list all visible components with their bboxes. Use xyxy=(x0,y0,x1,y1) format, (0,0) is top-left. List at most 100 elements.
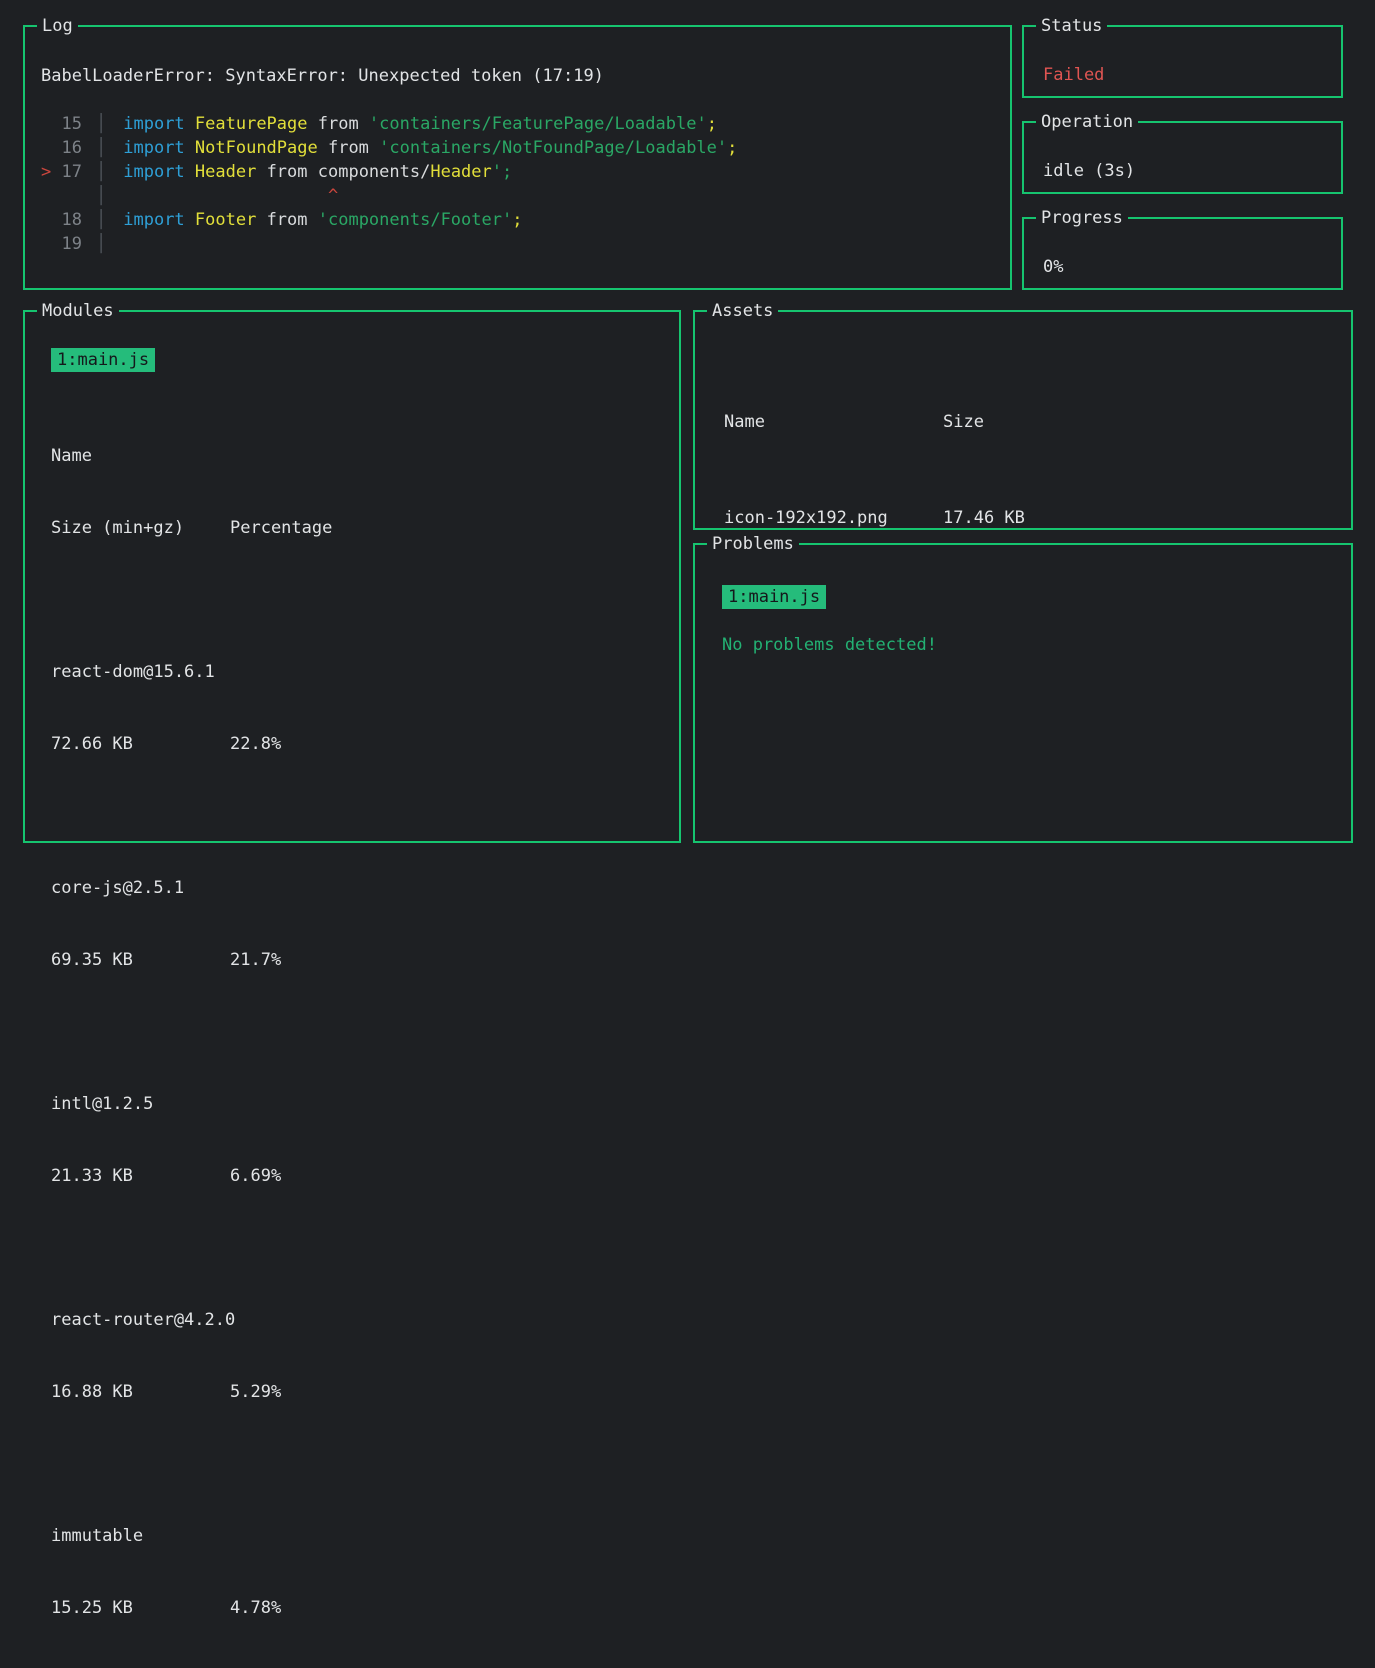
module-name: react-dom@15.6.1 xyxy=(51,660,679,684)
problems-badge: 1:main.js xyxy=(722,585,826,609)
module-size: 21.33 KB xyxy=(51,1164,230,1188)
module-size: 15.25 KB xyxy=(51,1596,230,1620)
line-number xyxy=(61,184,82,208)
token-string: '; xyxy=(492,162,512,182)
error-marker-icon: > xyxy=(41,160,61,184)
module-percentage: 22.8% xyxy=(230,734,281,754)
caret-icon: ^ xyxy=(328,186,338,206)
module-percentage: 5.29% xyxy=(230,1382,281,1402)
modules-header-name: Name xyxy=(51,444,679,468)
modules-header-size: Size (min+gz) xyxy=(51,516,230,540)
module-row: react-router@4.2.0 16.88 KB5.29% xyxy=(51,1260,679,1452)
module-size: 16.88 KB xyxy=(51,1380,230,1404)
token-semicolon: ; xyxy=(512,210,522,230)
error-marker xyxy=(41,184,61,208)
module-size: 72.66 KB xyxy=(51,732,230,756)
log-panel-title: Log xyxy=(37,14,78,38)
token-identifier: NotFoundPage xyxy=(195,138,318,158)
module-row: core-js@2.5.1 69.35 KB21.7% xyxy=(51,828,679,1020)
assets-header-name: Name xyxy=(724,410,943,434)
operation-panel: Operation idle (3s) xyxy=(1022,121,1343,194)
modules-header-percentage: Percentage xyxy=(230,518,332,538)
line-number: 17 xyxy=(61,160,82,184)
token-plain: from xyxy=(308,114,369,134)
caret-padding xyxy=(123,186,328,206)
token-string: 'components/Footer' xyxy=(318,210,512,230)
problems-panel-title: Problems xyxy=(707,532,799,556)
gutter-bar: │ xyxy=(96,232,106,256)
modules-header-size-pct: Size (min+gz)Percentage xyxy=(51,516,679,540)
bottom-row: Modules 1:main.js Name Size (min+gz)Perc… xyxy=(23,310,1353,843)
token-plain: components/ xyxy=(318,162,431,182)
status-panel: Status Failed xyxy=(1022,25,1343,98)
progress-panel: Progress 0% xyxy=(1022,217,1343,290)
code-text: import NotFoundPage from 'containers/Not… xyxy=(123,136,737,160)
module-name: intl@1.2.5 xyxy=(51,1092,679,1116)
log-scroll-area[interactable]: BabelLoaderError: SyntaxError: Unexpecte… xyxy=(25,27,1010,288)
module-percentage: 4.78% xyxy=(230,1598,281,1618)
code-line: 19 │ xyxy=(41,232,994,256)
token-keyword: import xyxy=(123,210,195,230)
line-number: 18 xyxy=(61,208,82,232)
error-marker xyxy=(41,232,61,256)
module-percentage: 21.7% xyxy=(230,950,281,970)
token-string: 'containers/NotFoundPage/Loadable' xyxy=(379,138,727,158)
error-marker xyxy=(41,208,61,232)
asset-row: icon-192x192.png17.46 KB xyxy=(724,506,1351,530)
gutter-bar: │ xyxy=(96,208,106,232)
top-row: Log BabelLoaderError: SyntaxError: Unexp… xyxy=(23,25,1353,290)
code-text: import FeaturePage from 'containers/Feat… xyxy=(123,112,717,136)
code-line: 15 │ import FeaturePage from 'containers… xyxy=(41,112,994,136)
token-identifier: Header xyxy=(430,162,491,182)
asset-name: icon-192x192.png xyxy=(724,506,943,530)
operation-panel-title: Operation xyxy=(1036,110,1138,134)
gutter-bar: │ xyxy=(96,112,106,136)
status-panel-title: Status xyxy=(1036,14,1107,38)
token-plain: from xyxy=(318,138,379,158)
module-name: react-router@4.2.0 xyxy=(51,1308,679,1332)
modules-panel: Modules 1:main.js Name Size (min+gz)Perc… xyxy=(23,310,681,843)
modules-content: 1:main.js Name Size (min+gz)Percentage r… xyxy=(25,312,679,1668)
progress-panel-title: Progress xyxy=(1036,206,1128,230)
modules-panel-title: Modules xyxy=(37,299,119,323)
error-marker xyxy=(41,136,61,160)
token-identifier: Footer xyxy=(195,210,256,230)
code-line: 18 │ import Footer from 'components/Foot… xyxy=(41,208,994,232)
token-keyword: import xyxy=(123,114,195,134)
caret-line: │ ^ xyxy=(41,184,994,208)
code-line-error: > 17 │ import Header from components/Hea… xyxy=(41,160,994,184)
module-row: react-dom@15.6.1 72.66 KB22.8% xyxy=(51,612,679,804)
token-plain: from xyxy=(256,162,317,182)
gutter-bar: │ xyxy=(96,184,106,208)
line-number: 15 xyxy=(61,112,82,136)
code-line: 16 │ import NotFoundPage from 'container… xyxy=(41,136,994,160)
error-message: BabelLoaderError: SyntaxError: Unexpecte… xyxy=(41,64,994,88)
problems-content: 1:main.js No problems detected! xyxy=(695,545,1351,657)
modules-badge: 1:main.js xyxy=(51,348,155,372)
token-identifier: FeaturePage xyxy=(195,114,308,134)
gutter-bar: │ xyxy=(96,136,106,160)
module-row: immutable 15.25 KB4.78% xyxy=(51,1476,679,1668)
gutter-bar: │ xyxy=(96,160,106,184)
log-panel: Log BabelLoaderError: SyntaxError: Unexp… xyxy=(23,25,1012,290)
line-number: 19 xyxy=(61,232,82,256)
module-name: immutable xyxy=(51,1524,679,1548)
code-text: ^ xyxy=(123,184,338,208)
line-number: 16 xyxy=(61,136,82,160)
token-semicolon: ; xyxy=(727,138,737,158)
assets-panel-title: Assets xyxy=(707,299,778,323)
token-string: 'containers/FeaturePage/Loadable' xyxy=(369,114,707,134)
code-text: import Footer from 'components/Footer'; xyxy=(123,208,522,232)
module-percentage: 6.69% xyxy=(230,1166,281,1186)
webpack-dashboard: Log BabelLoaderError: SyntaxError: Unexp… xyxy=(0,0,1375,863)
problems-message: No problems detected! xyxy=(722,633,1351,657)
token-identifier: Header xyxy=(195,162,256,182)
code-frame: 15 │ import FeaturePage from 'containers… xyxy=(41,112,994,256)
assets-problems-column: Assets NameSize icon-192x192.png17.46 KB… xyxy=(693,310,1353,843)
module-row: intl@1.2.5 21.33 KB6.69% xyxy=(51,1044,679,1236)
assets-header-size: Size xyxy=(943,412,984,432)
token-keyword: import xyxy=(123,138,195,158)
token-semicolon: ; xyxy=(707,114,717,134)
status-column: Status Failed Operation idle (3s) Progre… xyxy=(1022,25,1343,290)
token-plain: from xyxy=(256,210,317,230)
